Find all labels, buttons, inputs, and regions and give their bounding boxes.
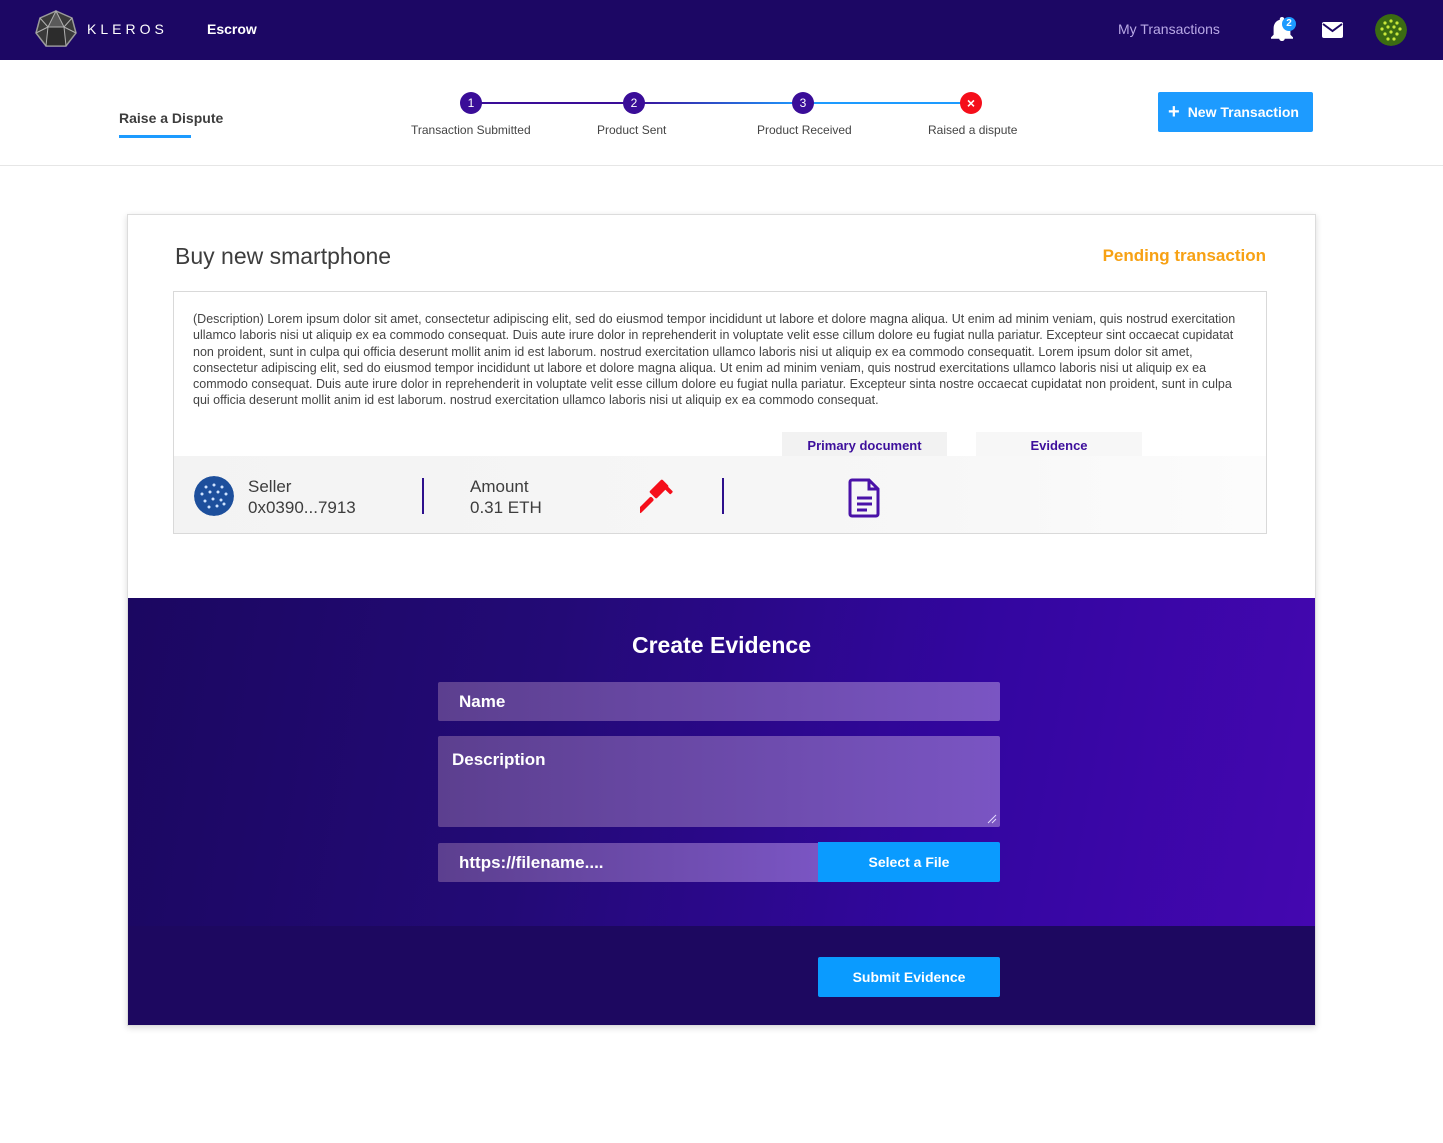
- evidence-form-area: Create Evidence Name Description https:/…: [128, 598, 1315, 926]
- tab-primary-document[interactable]: Primary document: [782, 432, 947, 459]
- avatar[interactable]: [1375, 14, 1407, 46]
- description-box: (Description) Lorem ipsum dolor sit amet…: [173, 291, 1267, 534]
- amount-label: Amount: [470, 477, 529, 496]
- brand-name: KLEROS: [87, 21, 168, 37]
- step-2-marker: 2: [623, 92, 645, 114]
- document-icon[interactable]: [848, 478, 882, 518]
- plus-icon: +: [1168, 101, 1180, 123]
- stepper-connector: [803, 102, 971, 104]
- evidence-description-input[interactable]: Description: [438, 736, 1000, 827]
- transaction-title: Buy new smartphone: [175, 243, 392, 269]
- top-navbar: KLEROS Escrow My Transactions 2: [0, 0, 1443, 60]
- select-file-button[interactable]: Select a File: [818, 842, 1000, 882]
- name-placeholder: Name: [459, 692, 506, 711]
- subheader: Raise a Dispute 1 2 3 × Transaction Subm…: [0, 60, 1443, 166]
- submit-evidence-button[interactable]: Submit Evidence: [818, 957, 1000, 997]
- transaction-info-strip: Seller 0x0390...7913 Amount 0.31 ETH: [174, 456, 1266, 533]
- step-3-label: Product Received: [757, 123, 852, 137]
- evidence-name-input[interactable]: Name: [438, 682, 1000, 721]
- new-transaction-label: New Transaction: [1187, 104, 1299, 120]
- step-1-label: Transaction Submitted: [411, 123, 531, 137]
- step-3-marker: 3: [792, 92, 814, 114]
- transaction-description: (Description) Lorem ipsum dolor sit amet…: [193, 312, 1236, 408]
- seller-address: 0x0390...7913: [248, 498, 356, 517]
- mail-icon[interactable]: [1322, 22, 1343, 38]
- divider: [422, 478, 424, 514]
- evidence-file-url-input[interactable]: https://filename....: [438, 843, 818, 882]
- kleros-logo-icon[interactable]: [34, 9, 78, 49]
- notification-badge: 2: [1282, 17, 1296, 31]
- nav-my-transactions-link[interactable]: My Transactions: [1118, 21, 1220, 37]
- stepper-connector: [471, 102, 634, 104]
- file-url-placeholder: https://filename....: [459, 853, 604, 872]
- seller-label: Seller: [248, 477, 292, 496]
- seller-avatar: [194, 476, 234, 516]
- active-tab-indicator: [119, 135, 191, 138]
- new-transaction-button[interactable]: + New Transaction: [1158, 92, 1313, 132]
- gavel-icon[interactable]: [640, 478, 676, 514]
- step-4-error-marker: ×: [960, 92, 982, 114]
- create-evidence-title: Create Evidence: [632, 632, 811, 658]
- nav-escrow-link[interactable]: Escrow: [207, 21, 257, 37]
- step-1-marker: 1: [460, 92, 482, 114]
- step-4-label: Raised a dispute: [928, 123, 1018, 137]
- transaction-status: Pending transaction: [1102, 246, 1266, 265]
- tab-evidence[interactable]: Evidence: [976, 432, 1142, 459]
- divider: [722, 478, 724, 514]
- transaction-card: Buy new smartphone Pending transaction (…: [127, 214, 1316, 1026]
- amount-value: 0.31 ETH: [470, 498, 542, 517]
- tab-raise-a-dispute[interactable]: Raise a Dispute: [119, 110, 223, 126]
- stepper-connector: [634, 102, 803, 104]
- create-evidence-panel: Create Evidence Name Description https:/…: [128, 598, 1315, 1025]
- resize-handle-icon[interactable]: [987, 814, 997, 824]
- step-2-label: Product Sent: [597, 123, 667, 137]
- description-placeholder: Description: [452, 750, 546, 769]
